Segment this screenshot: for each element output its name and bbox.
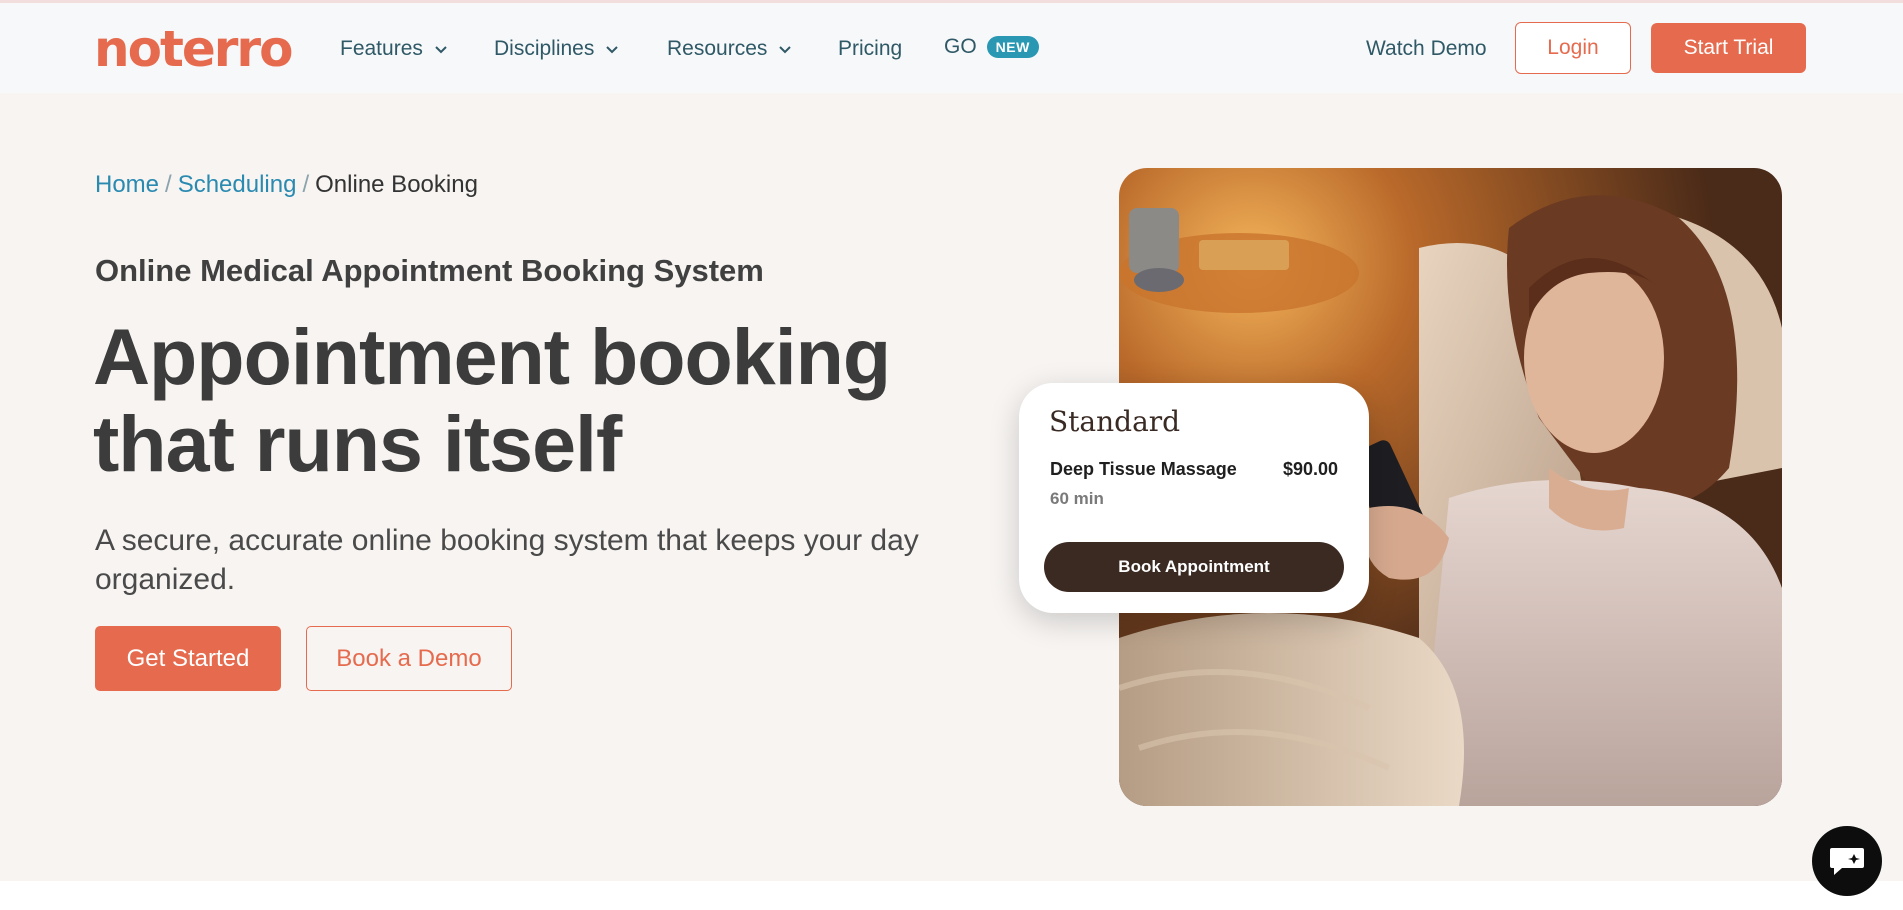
nav-pricing-label: Pricing [838,37,903,60]
book-appointment-button[interactable]: Book Appointment [1044,542,1344,592]
chevron-down-icon [435,46,447,54]
nav-disciplines-label: Disciplines [494,37,595,60]
breadcrumb-separator: / [165,171,172,198]
site-header: noterro Features Disciplines Resources P… [0,3,1903,93]
breadcrumb: Home / Scheduling / Online Booking [95,171,478,199]
nav-features-label: Features [340,37,423,60]
nav-pricing[interactable]: Pricing [838,37,902,61]
nav-resources-label: Resources [667,37,768,60]
chevron-down-icon [606,46,619,54]
breadcrumb-scheduling[interactable]: Scheduling [178,171,297,198]
nav-resources[interactable]: Resources [667,37,793,61]
nav-disciplines[interactable]: Disciplines [494,37,620,61]
new-badge: NEW [986,36,1039,58]
service-price: $90.00 [1282,459,1338,479]
hero-headline: Appointment booking that runs itself [93,313,913,487]
hero-headline-line1: Appointment booking [93,312,891,401]
nav-features[interactable]: Features [340,37,449,61]
chat-icon [1830,848,1864,875]
chevron-down-icon [779,46,792,54]
hero-headline-line2: that runs itself [93,399,622,488]
nav-go[interactable]: GO NEW [944,35,1039,59]
hero-section: Home / Scheduling / Online Booking Online Me… [0,93,1903,881]
breadcrumb-current: Online Booking [315,171,478,198]
hero-subtext: A secure, accurate online booking system… [95,524,919,596]
book-demo-button[interactable]: Book a Demo [306,626,512,691]
service-duration: 60 min [1050,489,1104,508]
get-started-button[interactable]: Get Started [95,626,281,691]
booking-card: Standard Deep Tissue Massage $90.00 60 m… [1019,383,1369,613]
breadcrumb-home[interactable]: Home [95,171,159,198]
hero-eyebrow: Online Medical Appointment Booking Syste… [95,253,764,288]
chat-widget-button[interactable] [1812,826,1882,896]
card-title: Standard [1049,405,1181,438]
noterro-logo[interactable]: noterro [94,19,293,79]
watch-demo-link[interactable]: Watch Demo [1366,37,1487,61]
service-name: Deep Tissue Massage [1050,459,1237,479]
start-trial-button[interactable]: Start Trial [1651,23,1806,73]
login-button[interactable]: Login [1515,22,1631,74]
nav-go-label: GO [944,35,977,58]
breadcrumb-separator: / [302,171,310,198]
